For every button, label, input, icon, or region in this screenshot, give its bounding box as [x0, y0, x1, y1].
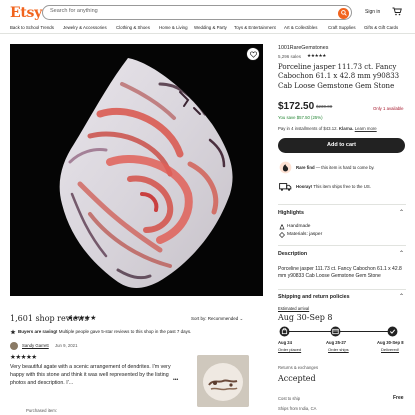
truck-icon: [279, 183, 292, 191]
rare-find-desc: — this item is hard to come by.: [314, 165, 375, 170]
nav-back-to-school[interactable]: Back to School Trends: [10, 25, 54, 30]
original-price: $230.00: [316, 104, 333, 109]
highlight-handmade: Handmade: [287, 224, 311, 229]
returns-value: Accepted: [278, 374, 316, 383]
description-title[interactable]: Description: [278, 251, 307, 257]
review-text: Very beautiful agate with a scenic arran…: [10, 364, 171, 386]
review-stars: ★★★★★: [10, 354, 37, 361]
free-shipping-desc: This item ships free to the US.: [312, 184, 371, 189]
materials-icon: [279, 232, 285, 238]
step-order-placed-label[interactable]: Order placed: [278, 347, 301, 352]
nav-gifts[interactable]: Gifts & Gift Cards: [364, 25, 398, 30]
estimated-arrival-date: Aug 30-Sep 8: [278, 313, 333, 322]
shop-rating-stars: ★★★★★: [307, 53, 327, 58]
nav-home-living[interactable]: Home & Living: [159, 25, 188, 30]
divider: [278, 245, 406, 246]
rare-find-label: Rare find: [296, 165, 315, 170]
klarna-text: Pay in 4 installments of $43.12.: [278, 126, 338, 131]
delivered-icon: [387, 326, 398, 337]
shop-name[interactable]: 1001RareGemstones: [278, 45, 328, 51]
cost-to-ship-value: Free: [393, 395, 404, 401]
sort-by-label: Sort by: Recommended: [191, 316, 239, 321]
chevron-up-icon[interactable]: ⌃: [399, 250, 404, 257]
step-order-ships-date: Aug 25-27: [326, 340, 347, 345]
price: $172.50: [278, 101, 315, 112]
avatar[interactable]: [10, 342, 18, 350]
product-image[interactable]: [10, 44, 263, 296]
estimated-arrival-label[interactable]: Estimated arrival: [278, 306, 309, 311]
add-to-cart-button[interactable]: Add to cart: [278, 138, 405, 153]
divider: [278, 204, 406, 205]
step-order-placed-date: Aug 24: [278, 340, 292, 345]
highlight-materials: Materials: jasper: [287, 232, 323, 237]
savings-text: You save $57.50 (25%): [278, 115, 323, 120]
purchased-item-label: Purchased item:: [26, 408, 58, 413]
sign-in-link[interactable]: Sign in: [365, 9, 380, 15]
review-date: Jun 9, 2021: [55, 343, 78, 348]
heart-icon: [249, 51, 257, 58]
nav-jewelry[interactable]: Jewelry & Accessories: [63, 25, 107, 30]
chevron-up-icon[interactable]: ⌃: [399, 293, 404, 300]
nav-craft[interactable]: Craft Supplies: [328, 25, 356, 30]
search-input[interactable]: Search for anything: [42, 5, 352, 20]
favorite-button[interactable]: [247, 48, 259, 60]
nav-wedding[interactable]: Wedding & Party: [194, 25, 227, 30]
returns-label: Returns & exchanges: [278, 365, 319, 370]
sales-count: 5,296 sales: [278, 54, 302, 59]
klarna-installments: Pay in 4 installments of $43.12. Klarna.…: [278, 126, 377, 131]
nav-clothing[interactable]: Clothing & Shoes: [116, 25, 150, 30]
order-ships-icon: [330, 326, 341, 337]
search-placeholder: Search for anything: [50, 8, 98, 14]
step-delivered-label[interactable]: Delivered!: [381, 347, 399, 352]
category-nav: Back to School Trends Jewelry & Accessor…: [0, 24, 415, 34]
free-shipping-text: Hooray! This item ships free to the US.: [296, 184, 371, 189]
step-delivered-date: Aug 30-Sep 8: [377, 340, 404, 345]
free-shipping-label: Hooray!: [296, 184, 313, 189]
cost-to-ship-label: Cost to ship: [278, 396, 301, 401]
more-icon[interactable]: •••: [173, 377, 178, 383]
description-text: Porceline jasper 111.73 ct. Fancy Caboch…: [278, 266, 402, 280]
reviewer-name[interactable]: Sandy Garrett: [22, 343, 49, 348]
listing-title: Porceline jasper 111.73 ct. Fancy Caboch…: [278, 63, 400, 90]
search-icon: [340, 10, 347, 16]
chevron-down-icon: ⌄: [239, 316, 244, 321]
nav-toys[interactable]: Toys & Entertainment: [234, 25, 276, 30]
sort-by-dropdown[interactable]: Sort by: Recommended ⌄: [191, 316, 243, 322]
divider: [278, 289, 406, 290]
handmade-icon: [279, 224, 285, 230]
search-button[interactable]: [338, 7, 349, 19]
step-order-ships-label[interactable]: Order ships: [328, 347, 349, 352]
buyers-raving-text: Multiple people gave 5-star reviews to t…: [57, 329, 192, 334]
ships-from: Ships from India, CA: [278, 406, 317, 411]
rare-find-icon: [279, 161, 292, 174]
klarna-learn-more[interactable]: Learn more: [355, 126, 377, 131]
highlights-title[interactable]: Highlights: [278, 210, 304, 216]
review-photo[interactable]: [197, 355, 249, 407]
cart-icon[interactable]: [392, 7, 402, 16]
raving-icon: [10, 329, 16, 335]
rare-find-text: Rare find — this item is hard to come by…: [296, 165, 374, 170]
gemstone-photo: [10, 44, 263, 296]
nav-art[interactable]: Art & Collectibles: [284, 25, 317, 30]
reviews-stars: ★★★★★: [67, 315, 96, 322]
chevron-up-icon[interactable]: ⌃: [399, 209, 404, 216]
shipping-title[interactable]: Shipping and return policies: [278, 294, 350, 300]
buyers-raving-label: Buyers are raving!: [18, 329, 58, 334]
klarna-brand: Klarna.: [338, 126, 354, 131]
stock-status: Only 1 available: [373, 106, 404, 111]
etsy-logo[interactable]: Etsy: [10, 5, 42, 21]
order-placed-icon: [279, 326, 290, 337]
review-photo-image: [197, 355, 249, 407]
buyers-raving: Buyers are raving! Multiple people gave …: [18, 329, 268, 334]
